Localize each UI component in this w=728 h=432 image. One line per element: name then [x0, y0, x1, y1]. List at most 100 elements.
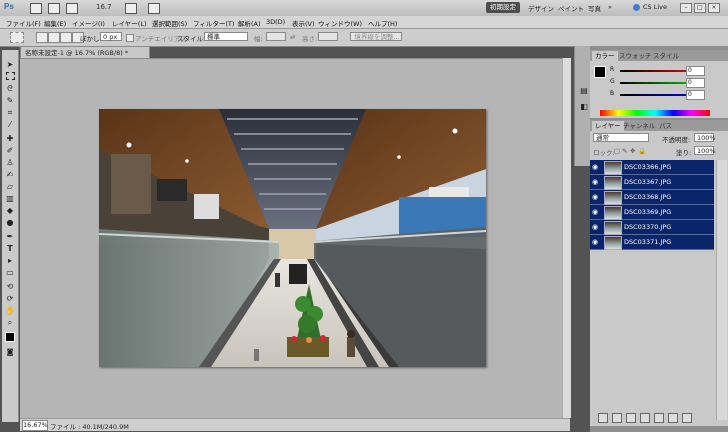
layer-row[interactable]: ◉ DSC03370.JPG	[590, 220, 714, 235]
workspace-paint-button[interactable]: ペイント	[558, 3, 584, 13]
layer-mask-icon[interactable]	[626, 413, 636, 423]
menu-view[interactable]: 表示(V)	[292, 18, 315, 28]
eraser-tool-icon[interactable]: ▱	[5, 182, 15, 191]
zoom-field[interactable]: 16.67%	[22, 420, 48, 431]
eye-icon[interactable]: ◉	[592, 223, 600, 231]
move-tool-icon[interactable]: ➤	[5, 60, 15, 69]
channel-g-value[interactable]: 0	[686, 78, 705, 88]
healing-brush-tool-icon[interactable]: ✚	[5, 134, 15, 143]
history-brush-tool-icon[interactable]: ✍	[5, 170, 15, 179]
tab-color[interactable]: カラー	[592, 51, 618, 61]
minibridge-icon[interactable]	[48, 3, 60, 14]
path-selection-tool-icon[interactable]: ▸	[5, 256, 15, 265]
tab-swatches[interactable]: スウォッチ	[616, 51, 655, 61]
tab-styles[interactable]: スタイル	[650, 51, 682, 61]
blur-tool-icon[interactable]: ◆	[5, 206, 15, 215]
layer-row[interactable]: ◉ DSC03369.JPG	[590, 205, 714, 220]
channel-r-value[interactable]: 0	[686, 66, 705, 76]
feather-input[interactable]: 0 px	[100, 32, 122, 41]
style-select[interactable]: 標準	[204, 32, 248, 41]
lock-pixels-icon[interactable]: ✎	[622, 147, 627, 155]
clone-stamp-tool-icon[interactable]: ♙	[5, 158, 15, 167]
eye-icon[interactable]: ◉	[592, 163, 600, 171]
eye-icon[interactable]: ◉	[592, 178, 600, 186]
dodge-tool-icon[interactable]: ●	[5, 218, 15, 227]
menu-help[interactable]: ヘルプ(H)	[368, 18, 397, 28]
arrange-documents-icon[interactable]	[125, 3, 137, 14]
new-layer-icon[interactable]	[668, 413, 678, 423]
lasso-tool-icon[interactable]: ᘓ	[5, 84, 15, 93]
lock-all-icon[interactable]: 🔒	[638, 147, 646, 155]
fill-input[interactable]: 100%	[694, 146, 716, 155]
opacity-input[interactable]: 100%	[694, 133, 716, 142]
eye-icon[interactable]: ◉	[592, 193, 600, 201]
menu-analysis[interactable]: 解析(A)	[238, 18, 261, 28]
delete-layer-icon[interactable]	[682, 413, 692, 423]
minimize-button[interactable]: –	[680, 3, 692, 13]
bridge-icon[interactable]	[30, 3, 42, 14]
menu-layer[interactable]: レイヤー(L)	[112, 18, 147, 28]
workspace-more-icon[interactable]: »	[608, 3, 612, 11]
layer-row[interactable]: ◉ DSC03371.JPG	[590, 235, 714, 250]
menu-select[interactable]: 選択範囲(S)	[152, 18, 187, 28]
quick-mask-icon[interactable]: ◙	[5, 348, 15, 357]
maximize-button[interactable]: □	[694, 3, 706, 13]
add-selection-icon[interactable]	[48, 32, 60, 43]
zoom-tool-icon[interactable]: ⌕	[5, 318, 15, 327]
channel-g-slider[interactable]	[620, 82, 696, 84]
lock-transparency-icon[interactable]: ▢	[614, 147, 620, 155]
channel-r-slider[interactable]	[620, 70, 696, 72]
swap-dimensions-icon[interactable]: ⇄	[290, 33, 295, 41]
crop-tool-icon[interactable]: ⌗	[5, 108, 15, 117]
refine-edge-button[interactable]: 境界線を調整...	[350, 32, 402, 41]
shape-tool-icon[interactable]: ▭	[5, 268, 15, 277]
foreground-swatch[interactable]	[594, 66, 606, 78]
width-input[interactable]	[266, 32, 286, 41]
view-extras-icon[interactable]	[66, 3, 78, 14]
foreground-color-swatch[interactable]	[5, 332, 15, 342]
new-selection-icon[interactable]	[36, 32, 48, 43]
blend-mode-select[interactable]: 通常	[593, 133, 649, 142]
layer-row[interactable]: ◉ DSC03367.JPG	[590, 175, 714, 190]
menu-3d[interactable]: 3D(D)	[266, 18, 285, 26]
workspace-design-button[interactable]: デザイン	[528, 3, 554, 13]
workspace-photo-button[interactable]: 写真	[588, 3, 601, 13]
subtract-selection-icon[interactable]	[60, 32, 72, 43]
quick-selection-tool-icon[interactable]: ✎	[5, 96, 15, 105]
lock-position-icon[interactable]: ✥	[630, 147, 635, 155]
workspace-essentials-button[interactable]: 初期設定	[486, 2, 520, 13]
marquee-preset-icon[interactable]	[10, 32, 24, 43]
tab-channels[interactable]: チャンネル	[620, 121, 658, 131]
screen-mode-icon[interactable]	[148, 3, 160, 14]
document-tab[interactable]: 名称未設定-1 @ 16.7% (RGB/8) *	[20, 46, 150, 58]
close-button[interactable]: ×	[708, 3, 720, 13]
menu-file[interactable]: ファイル(F)	[6, 18, 41, 28]
properties-panel-icon[interactable]: ◧	[579, 102, 589, 111]
gradient-tool-icon[interactable]: ▥	[5, 194, 15, 203]
hand-tool-icon[interactable]: ✋	[5, 306, 15, 315]
menu-window[interactable]: ウィンドウ(W)	[318, 18, 362, 28]
antialias-checkbox[interactable]	[126, 34, 134, 42]
marquee-tool-icon[interactable]	[6, 72, 15, 80]
layer-style-icon[interactable]	[612, 413, 622, 423]
pen-tool-icon[interactable]: ✒	[5, 232, 15, 241]
height-input[interactable]	[318, 32, 338, 41]
new-group-icon[interactable]	[654, 413, 664, 423]
menu-image[interactable]: イメージ(I)	[72, 18, 105, 28]
3d-rotate-tool-icon[interactable]: ⟲	[5, 282, 15, 291]
history-panel-icon[interactable]: ▤	[579, 86, 589, 95]
tab-paths[interactable]: パス	[656, 121, 675, 131]
brush-tool-icon[interactable]: ✐	[5, 146, 15, 155]
eye-icon[interactable]: ◉	[592, 208, 600, 216]
menu-edit[interactable]: 編集(E)	[44, 18, 66, 28]
channel-b-value[interactable]: 0	[686, 90, 705, 100]
type-tool-icon[interactable]: T	[5, 244, 15, 253]
3d-orbit-tool-icon[interactable]: ⟳	[5, 294, 15, 303]
layer-row[interactable]: ◉ DSC03368.JPG	[590, 190, 714, 205]
zoom-level[interactable]: 16.7	[96, 3, 112, 11]
menu-filter[interactable]: フィルター(T)	[193, 18, 234, 28]
layer-row[interactable]: ◉ DSC03366.JPG	[590, 160, 714, 175]
channel-b-slider[interactable]	[620, 94, 696, 96]
eye-icon[interactable]: ◉	[592, 238, 600, 246]
color-spectrum-bar[interactable]	[600, 110, 710, 116]
